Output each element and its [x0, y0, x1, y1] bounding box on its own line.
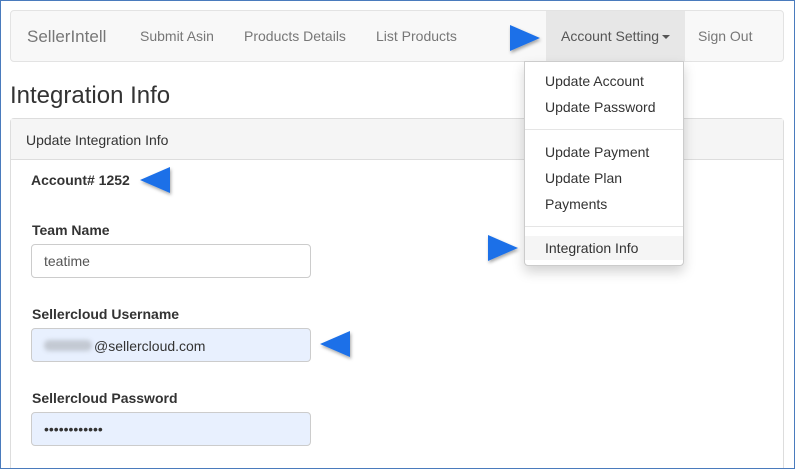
menu-item-update-plan[interactable]: Update Plan	[525, 166, 683, 190]
nav-list-products[interactable]: List Products	[376, 28, 457, 44]
team-name-input[interactable]	[31, 244, 311, 278]
account-dropdown-menu: Update Account Update Password Update Pa…	[524, 61, 684, 266]
nav-account-setting[interactable]: Account Setting	[546, 11, 685, 61]
menu-item-payments[interactable]: Payments	[525, 192, 683, 216]
brand-link[interactable]: SellerIntell	[27, 27, 106, 47]
sellercloud-username-input[interactable]: @sellercloud.com	[31, 328, 311, 362]
page-title: Integration Info	[10, 82, 171, 109]
menu-item-update-account[interactable]: Update Account	[525, 69, 683, 93]
menu-item-update-password[interactable]: Update Password	[525, 95, 683, 119]
nav-submit-asin[interactable]: Submit Asin	[140, 28, 214, 44]
sellercloud-password-label: Sellercloud Password	[32, 390, 178, 406]
arrow-icon	[452, 235, 518, 261]
nav-products-details[interactable]: Products Details	[244, 28, 346, 44]
nav-account-setting-label: Account Setting	[561, 28, 660, 44]
navbar: SellerIntell Submit Asin Products Detail…	[10, 10, 784, 62]
account-number: Account# 1252	[31, 172, 130, 188]
password-mask: ••••••••••••	[44, 421, 103, 437]
team-name-label: Team Name	[32, 222, 110, 238]
menu-item-update-payment[interactable]: Update Payment	[525, 140, 683, 164]
menu-item-integration-info[interactable]: Integration Info	[525, 236, 683, 260]
menu-divider	[525, 129, 683, 130]
menu-divider	[525, 226, 683, 227]
caret-down-icon	[662, 35, 671, 40]
username-domain: @sellercloud.com	[94, 338, 206, 354]
arrow-icon	[320, 331, 384, 357]
arrow-icon	[468, 25, 540, 51]
arrow-icon	[140, 167, 208, 193]
redacted-text	[44, 340, 92, 351]
nav-sign-out[interactable]: Sign Out	[698, 28, 752, 44]
sellercloud-password-input[interactable]: ••••••••••••	[31, 412, 311, 446]
panel-heading-title: Update Integration Info	[26, 132, 169, 148]
sellercloud-username-label: Sellercloud Username	[32, 306, 180, 322]
